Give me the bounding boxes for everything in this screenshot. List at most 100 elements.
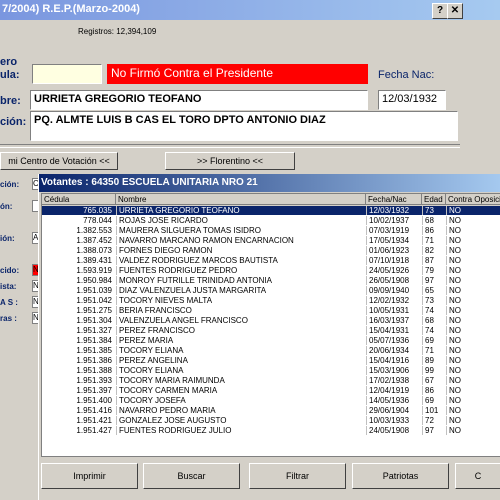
cedula-cell: 1.951.039 xyxy=(76,286,112,295)
table-row[interactable]: 778.044ROJAS JOSE RICARDO10/02/193768NON xyxy=(42,216,500,225)
edad-cell: 71 xyxy=(422,236,446,245)
cedula-cell: 765.035 xyxy=(83,206,112,215)
close-button[interactable]: ✕ xyxy=(447,3,463,19)
edad-cell: 74 xyxy=(422,306,446,315)
nombre-label: bre: xyxy=(0,95,21,107)
table-row[interactable]: 1.593.919 FUENTES RODRIGUEZ PEDRO 24/05/19… xyxy=(42,266,500,275)
oposicion-cell: NO xyxy=(446,226,500,235)
table-row[interactable]: 1.951.421 GONZALEZ JOSE AUGUSTO 10/03/1933… xyxy=(42,416,500,425)
nombre-cell: TOCORY JOSEFA xyxy=(116,396,366,405)
left-label-6: A S : xyxy=(0,298,18,307)
cedula-cell: 1.951.042 xyxy=(76,296,112,305)
oposicion-cell: NO xyxy=(446,216,500,225)
cerrar-button[interactable]: C xyxy=(455,463,500,489)
edad-cell: 79 xyxy=(422,266,446,275)
oposicion-cell: NO xyxy=(446,256,500,265)
tab-florentino[interactable]: >> Florentino << xyxy=(165,152,295,170)
edad-cell: 73 xyxy=(422,206,446,215)
oposicion-cell: NO xyxy=(446,296,500,305)
edad-cell: 97 xyxy=(422,426,446,435)
table-row[interactable]: 1.951.385TOCORY ELIANA20/06/193471NON xyxy=(42,346,500,355)
divider xyxy=(0,144,460,148)
buscar-button[interactable]: Buscar xyxy=(143,463,240,489)
table-row[interactable]: 1.951.416 NAVARRO PEDRO MARIA 29/06/1904 10… xyxy=(42,406,500,415)
oposicion-cell: NO xyxy=(446,276,500,285)
filtrar-button[interactable]: Filtrar xyxy=(249,463,346,489)
oposicion-cell: NO xyxy=(446,356,500,365)
col-edad[interactable]: Edad xyxy=(422,194,446,205)
fecha-cell: 17/02/1938 xyxy=(366,376,422,385)
table-row[interactable]: 1.951.275BERIA FRANCISCO10/05/193174NON xyxy=(42,306,500,315)
table-row[interactable]: 1.951.393 TOCORY MARIA RAIMUNDA 17/02/1938… xyxy=(42,376,500,385)
tab-centro-votacion[interactable]: mi Centro de Votación << xyxy=(0,152,118,170)
edad-cell: 89 xyxy=(422,356,446,365)
table-row[interactable]: 1.388.073 FORNES DIEGO RAMON 01/06/1923 82 N… xyxy=(42,246,500,255)
imprimir-button[interactable]: Imprimir xyxy=(41,463,138,489)
table-row[interactable]: 1.389.431 VALDEZ RODRIGUEZ MARCOS BAUTIST… xyxy=(42,256,500,265)
table-row[interactable]: 1.951.388TOCORY ELIANA15/03/190699NON xyxy=(42,366,500,375)
table-row[interactable]: 1.951.042 TOCORY NIEVES MALTA 12/02/1932 73… xyxy=(42,296,500,305)
cedula-cell: 1.593.919 xyxy=(76,266,112,275)
table-row[interactable]: 1.951.400TOCORY JOSEFA14/05/193669NON xyxy=(42,396,500,405)
col-fecha-nac[interactable]: Fecha/Nac xyxy=(366,194,422,205)
table-row[interactable]: 1.950.984 MONROY FUTRILLE TRINIDAD ANTONI… xyxy=(42,276,500,285)
window-title: 7/2004) R.E.P.(Marzo-2004) xyxy=(2,3,140,15)
edad-cell: 86 xyxy=(422,386,446,395)
nombre-cell: GONZALEZ JOSE AUGUSTO xyxy=(116,416,366,425)
nombre-cell: NAVARRO PEDRO MARIA xyxy=(116,406,366,415)
fecha-cell: 16/03/1937 xyxy=(366,316,422,325)
window-titlebar: 7/2004) R.E.P.(Marzo-2004) ? ✕ xyxy=(0,0,500,20)
cedula-input[interactable] xyxy=(32,64,102,84)
left-label-4: cido: xyxy=(0,266,20,275)
edad-cell: 69 xyxy=(422,396,446,405)
edad-cell: 73 xyxy=(422,296,446,305)
table-row[interactable]: 1.951.386PEREZ ANGELINA15/04/191689NON xyxy=(42,356,500,365)
oposicion-cell: NO xyxy=(446,246,500,255)
table-row[interactable]: 1.951.397 TOCORY CARMEN MARIA 12/04/1919 86… xyxy=(42,386,500,395)
direccion-field[interactable]: PQ. ALMTE LUIS B CAS EL TORO DPTO ANTONI… xyxy=(30,111,458,141)
col-cedula[interactable]: Cédula xyxy=(42,194,116,205)
fecha-cell: 24/05/1908 xyxy=(366,426,422,435)
patriotas-button[interactable]: Patriotas xyxy=(352,463,449,489)
cedula-cell: 1.388.073 xyxy=(76,246,112,255)
table-row[interactable]: 1.387.452 NAVARRO MARCANO RAMON ENCARNACI… xyxy=(42,236,500,245)
table-row[interactable]: 1.951.327PEREZ FRANCISCO15/04/193174NON xyxy=(42,326,500,335)
fecha-nac-field[interactable]: 12/03/1932 xyxy=(378,90,446,110)
oposicion-cell: NO xyxy=(446,406,500,415)
cedula-label: ula: xyxy=(0,69,20,81)
nombre-cell: VALDEZ RODRIGUEZ MARCOS BAUTISTA xyxy=(116,256,366,265)
fecha-cell: 01/06/1923 xyxy=(366,246,422,255)
help-button[interactable]: ? xyxy=(432,3,448,19)
table-row[interactable]: 1.382.553 MAURERA SILGUERA TOMAS ISIDRO 07… xyxy=(42,226,500,235)
col-contra-oposicion[interactable]: Contra Oposición xyxy=(446,194,500,205)
table-row[interactable]: 1.951.039 DIAZ VALENZUELA JUSTA MARGARITA… xyxy=(42,286,500,295)
table-row[interactable]: 1.951.384PEREZ MARIA05/07/193669NON xyxy=(42,336,500,345)
table-row[interactable]: 1.951.427 FUENTES RODRIGUEZ JULIO 24/05/19… xyxy=(42,426,500,435)
cedula-cell: 1.951.388 xyxy=(76,366,112,375)
fecha-nac-label: Fecha Nac: xyxy=(378,69,435,81)
table-row[interactable]: 765.035 URRIETA GREGORIO TEOFANO 12/03/193… xyxy=(42,206,500,215)
table-row[interactable]: 1.951.304 VALENZUELA ANGEL FRANCISCO 16/03… xyxy=(42,316,500,325)
fecha-cell: 12/04/1919 xyxy=(366,386,422,395)
table-header: Cédula Nombre Fecha/Nac Edad Contra Opos… xyxy=(42,194,500,206)
nombre-field[interactable]: URRIETA GREGORIO TEOFANO xyxy=(30,90,368,110)
left-label-7: ras : xyxy=(0,314,17,323)
oposicion-cell: NO xyxy=(446,376,500,385)
cedula-cell: 1.951.385 xyxy=(76,346,112,355)
edad-cell: 82 xyxy=(422,246,446,255)
nombre-cell: PEREZ MARIA xyxy=(116,336,366,345)
votantes-table[interactable]: Cédula Nombre Fecha/Nac Edad Contra Opos… xyxy=(41,193,500,457)
col-nombre[interactable]: Nombre xyxy=(116,194,366,205)
nombre-cell: TOCORY NIEVES MALTA xyxy=(116,296,366,305)
oposicion-cell: NO xyxy=(446,366,500,375)
nombre-cell: VALENZUELA ANGEL FRANCISCO xyxy=(116,316,366,325)
registros-count: Registros: 12,394,109 xyxy=(78,27,157,36)
edad-cell: 101 xyxy=(422,406,446,415)
oposicion-cell: NO xyxy=(446,386,500,395)
oposicion-cell: NO xyxy=(446,426,500,435)
oposicion-cell: NO xyxy=(446,286,500,295)
edad-cell: 99 xyxy=(422,366,446,375)
nombre-cell: URRIETA GREGORIO TEOFANO xyxy=(116,206,366,215)
oposicion-cell: NO xyxy=(446,336,500,345)
edad-cell: 69 xyxy=(422,336,446,345)
